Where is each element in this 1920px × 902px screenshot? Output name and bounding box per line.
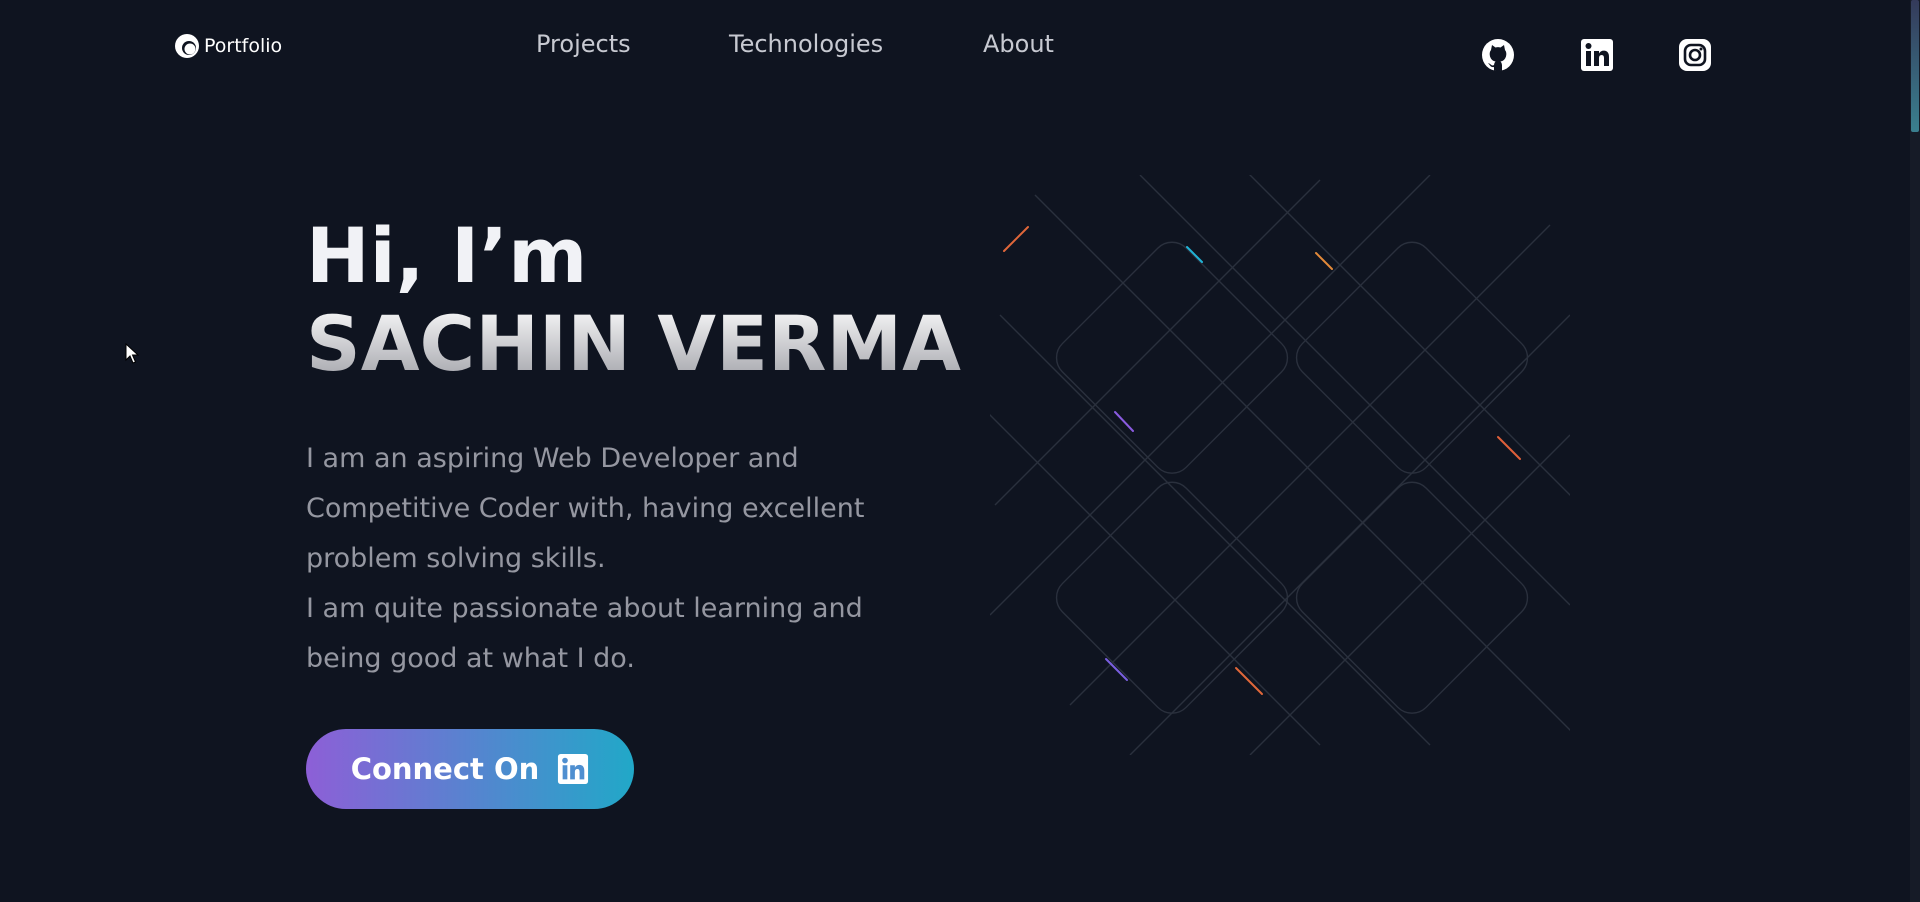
nav-link-about[interactable]: About <box>983 30 1054 58</box>
page-scrollbar[interactable] <box>1910 0 1920 902</box>
instagram-icon <box>1678 38 1712 72</box>
page-viewport: Portfolio Projects Technologies About Hi… <box>0 0 1910 902</box>
hero-description-line: I am an aspiring Web Developer and <box>306 443 799 474</box>
hero-name: SACHIN VERMA <box>306 299 961 388</box>
linkedin-icon <box>1580 38 1614 72</box>
hero-greeting: Hi, I’m <box>306 211 588 300</box>
hero-description-line: I am quite passionate about learning and <box>306 593 863 624</box>
connect-button-label: Connect On <box>350 752 540 786</box>
brand-label: Portfolio <box>204 35 283 57</box>
hero-background-art <box>979 164 1581 756</box>
logo-circle-icon <box>174 33 200 59</box>
scrollbar-thumb[interactable] <box>1911 0 1919 132</box>
site-header: Portfolio Projects Technologies About <box>0 0 1910 100</box>
hero-description-line: problem solving skills. <box>306 543 606 574</box>
connect-linkedin-button[interactable]: Connect On <box>306 729 634 809</box>
hero-description-line: being good at what I do. <box>306 643 635 674</box>
linkedin-icon <box>557 753 589 785</box>
nav-link-projects[interactable]: Projects <box>536 30 631 58</box>
instagram-link[interactable] <box>1678 38 1712 72</box>
hero-description-line: Competitive Coder with, having excellent <box>306 493 865 524</box>
nav-link-technologies[interactable]: Technologies <box>729 30 883 58</box>
hero-description: I am an aspiring Web Developer and Compe… <box>306 434 926 684</box>
github-icon <box>1481 38 1515 72</box>
github-link[interactable] <box>1481 38 1515 72</box>
linkedin-link[interactable] <box>1580 38 1614 72</box>
hero-heading: Hi, I’m SACHIN VERMA <box>306 212 961 388</box>
brand-logo-link[interactable]: Portfolio <box>174 33 282 59</box>
mouse-cursor-icon <box>125 342 140 365</box>
